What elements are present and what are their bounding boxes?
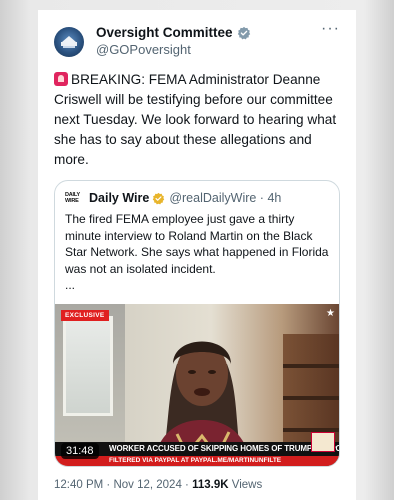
video-player[interactable]: EXCLUSIVE ★ WORKER ACCUSED OF SKIPPING H… <box>55 303 339 466</box>
more-dots-icon[interactable]: ··· <box>321 20 340 38</box>
quote-handle-time[interactable]: @realDailyWire · 4h <box>169 191 281 205</box>
tweet-text: BREAKING: FEMA Administrator Deanne Cris… <box>54 72 337 167</box>
quote-display-name[interactable]: Daily Wire <box>89 191 149 205</box>
network-logo-icon: ★ <box>326 307 335 319</box>
avatar[interactable] <box>54 27 84 57</box>
views-label: Views <box>228 478 263 491</box>
tweet-header: Oversight Committee @GOPoversight ··· <box>54 20 340 58</box>
exclusive-badge: EXCLUSIVE <box>61 309 109 321</box>
account-names: Oversight Committee @GOPoversight <box>96 24 321 58</box>
tweet-body: BREAKING: FEMA Administrator Deanne Cris… <box>54 70 340 170</box>
tweet-timestamp[interactable]: 12:40 PM · Nov 12, 2024 · <box>54 479 192 491</box>
display-name[interactable]: Oversight Committee <box>96 24 233 41</box>
background-window <box>63 315 113 416</box>
account-handle[interactable]: @GOPoversight <box>96 41 321 58</box>
tweet-meta: 12:40 PM · Nov 12, 2024 · 113.9K Views <box>54 479 340 491</box>
daily-wire-logo: DAILY WIRE <box>65 192 80 204</box>
quote-text: The fired FEMA employee just gave a thir… <box>65 212 329 276</box>
quote-body: The fired FEMA employee just gave a thir… <box>55 205 339 294</box>
quote-header: DAILY WIRE Daily Wire @realDailyWire · 4… <box>55 181 339 205</box>
quote-ellipsis: ... <box>65 278 76 292</box>
gold-verified-badge-icon <box>153 192 165 204</box>
house-seal-icon <box>61 36 77 48</box>
tweet-card: Oversight Committee @GOPoversight ··· BR… <box>38 10 356 500</box>
video-duration: 31:48 <box>61 442 99 459</box>
views-count[interactable]: 113.9K <box>192 479 228 491</box>
rotating-light-emoji-icon <box>54 72 68 86</box>
gray-verified-badge-icon <box>237 26 250 39</box>
quoted-tweet[interactable]: DAILY WIRE Daily Wire @realDailyWire · 4… <box>54 180 340 467</box>
segment-tag <box>311 431 335 452</box>
